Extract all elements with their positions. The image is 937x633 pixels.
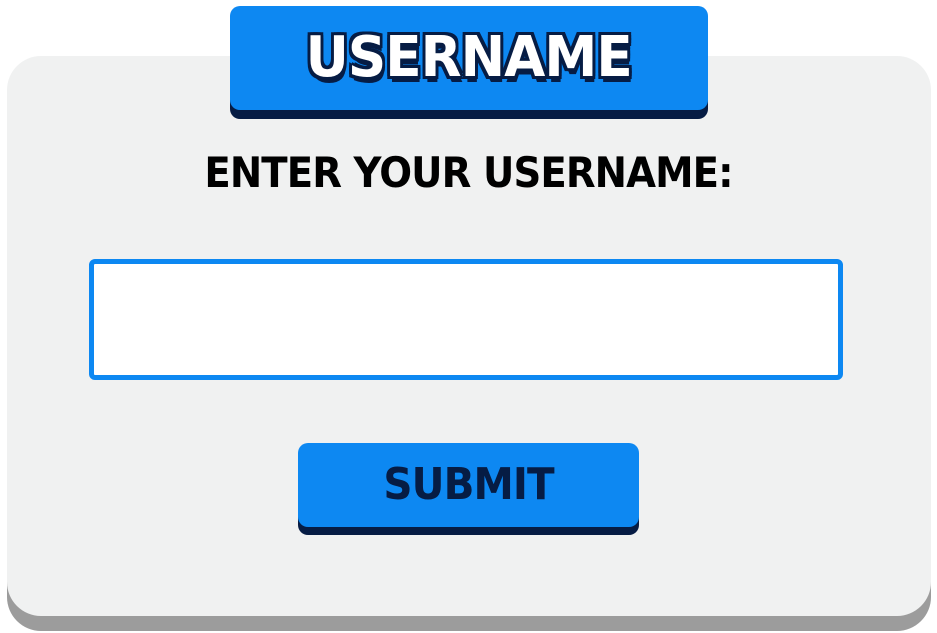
username-prompt-label: ENTER YOUR USERNAME: (204, 148, 733, 197)
username-dialog: USERNAME ENTER YOUR USERNAME: SUBMIT (0, 0, 937, 633)
submit-button-label: SUBMIT (383, 459, 554, 510)
title-banner: USERNAME (230, 6, 708, 110)
dialog-title: USERNAME (305, 25, 633, 90)
submit-button[interactable]: SUBMIT (298, 443, 639, 527)
username-input[interactable] (89, 259, 843, 380)
